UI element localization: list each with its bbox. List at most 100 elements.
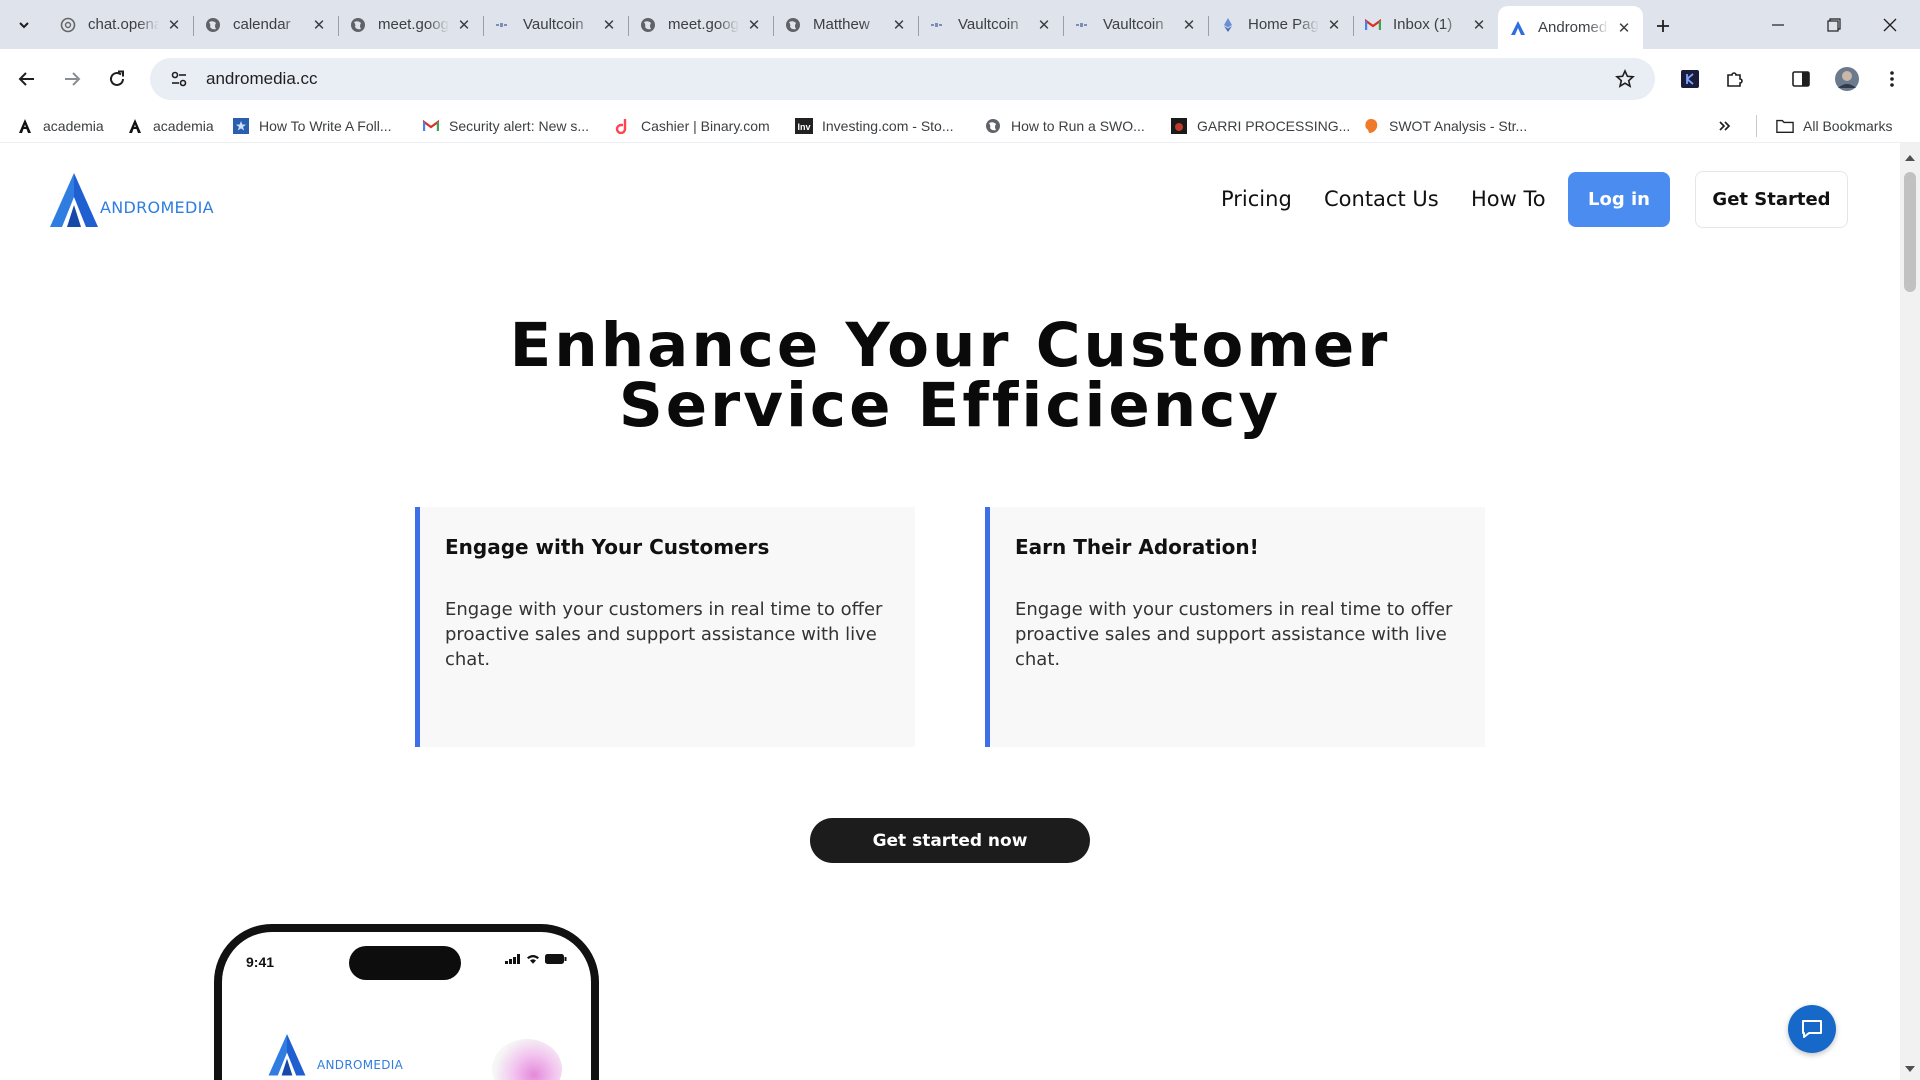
site-logo[interactable]: ANDROMEDIA	[48, 171, 214, 227]
globe-icon	[785, 17, 801, 33]
menu-kebab-icon[interactable]	[1874, 61, 1910, 97]
restore-button[interactable]	[1806, 0, 1862, 49]
page-scrollbar[interactable]	[1900, 143, 1920, 1080]
bookmark-label: Investing.com - Sto...	[822, 118, 954, 134]
academia-icon	[16, 117, 34, 135]
bookmark-item[interactable]: academia	[126, 115, 214, 137]
forward-button[interactable]	[54, 61, 90, 97]
phone-mockup: 9:41 ANDROMEDIA	[214, 924, 599, 1080]
bookmark-star-icon[interactable]	[1607, 61, 1643, 97]
nav-pricing-link[interactable]: Pricing	[1221, 187, 1292, 211]
close-icon[interactable]: ✕	[455, 16, 473, 34]
tab[interactable]: chat.openai.com ✕	[48, 6, 193, 43]
garri-icon	[1170, 117, 1188, 135]
double-chevron-right-icon	[1719, 121, 1731, 131]
bookmark-label: Security alert: New s...	[449, 118, 590, 134]
site-info-icon[interactable]	[158, 58, 200, 100]
close-icon[interactable]: ✕	[1615, 19, 1633, 37]
phone-logo: ANDROMEDIA	[267, 1032, 403, 1076]
close-icon[interactable]: ✕	[310, 16, 328, 34]
minimize-button[interactable]	[1750, 0, 1806, 49]
vaultcoin-icon	[495, 17, 511, 33]
bookmark-item[interactable]: SWOT Analysis - Str...	[1362, 115, 1527, 137]
tab-title: meet.google.com	[378, 16, 449, 33]
academia-icon	[126, 117, 144, 135]
bookmark-label: Cashier | Binary.com	[641, 118, 770, 134]
back-button[interactable]	[9, 61, 45, 97]
close-icon[interactable]: ✕	[1325, 16, 1343, 34]
tab-title: Vaultcoin	[958, 16, 1019, 33]
close-icon[interactable]: ✕	[1035, 16, 1053, 34]
bookmark-item[interactable]: How to Run a SWO...	[984, 115, 1145, 137]
tab-title: Andromedia	[1538, 19, 1609, 36]
tab[interactable]: Inbox (1) ✕	[1353, 6, 1498, 43]
openai-icon	[60, 17, 76, 33]
scroll-down-arrow-icon[interactable]	[1905, 1066, 1915, 1072]
browser-toolbar: andromedia.cc	[0, 49, 1920, 109]
bookmark-item[interactable]: Inv Investing.com - Sto...	[795, 115, 954, 137]
tab-search-button[interactable]	[8, 10, 40, 40]
bookmark-item[interactable]: How To Write A Foll...	[232, 115, 392, 137]
nav-contact-link[interactable]: Contact Us	[1324, 187, 1439, 211]
new-tab-button[interactable]	[1648, 11, 1678, 41]
live-chat-button[interactable]	[1788, 1005, 1836, 1053]
andromedia-icon	[1510, 20, 1526, 36]
bookmark-item[interactable]: GARRI PROCESSING...	[1170, 115, 1350, 137]
tab-title: Inbox (1)	[1393, 16, 1453, 33]
profile-avatar[interactable]	[1829, 61, 1865, 97]
tab[interactable]: Home Page ✕	[1208, 6, 1353, 43]
web-page: ANDROMEDIA Pricing Contact Us How To Log…	[0, 143, 1900, 1080]
andromedia-logo-icon	[268, 1034, 306, 1076]
scrollbar-thumb[interactable]	[1904, 172, 1916, 292]
tabs: chat.openai.com ✕ calendar ✕ meet.google…	[48, 6, 1643, 49]
url-text[interactable]: andromedia.cc	[206, 69, 1607, 89]
close-icon[interactable]: ✕	[600, 16, 618, 34]
tab-active[interactable]: Andromedia ✕	[1498, 6, 1643, 49]
all-bookmarks-button[interactable]: All Bookmarks	[1776, 115, 1892, 137]
logo-text: ANDROMEDIA	[100, 198, 214, 217]
arrow-right-icon	[65, 72, 81, 86]
tab[interactable]: meet.google.com ✕	[628, 6, 773, 43]
login-button[interactable]: Log in	[1568, 172, 1670, 227]
nav-howto-link[interactable]: How To	[1471, 187, 1546, 211]
bookmark-item[interactable]: academia	[16, 115, 104, 137]
tab[interactable]: Vaultcoin ✕	[1063, 6, 1208, 43]
andromedia-logo-icon	[50, 173, 98, 227]
side-panel-icon[interactable]	[1783, 61, 1819, 97]
tab[interactable]: meet.google.com ✕	[338, 6, 483, 43]
extensions-puzzle-icon[interactable]	[1717, 61, 1753, 97]
wifi-icon	[527, 955, 539, 964]
tab[interactable]: Matthew ✕	[773, 6, 918, 43]
get-started-now-button[interactable]: Get started now	[810, 818, 1090, 863]
get-started-button[interactable]: Get Started	[1695, 171, 1848, 228]
tab[interactable]: Vaultcoin ✕	[483, 6, 628, 43]
phone-status-icons	[505, 954, 567, 964]
close-icon[interactable]: ✕	[890, 16, 908, 34]
scroll-up-arrow-icon[interactable]	[1905, 155, 1915, 161]
chat-bubble-icon	[1802, 1020, 1822, 1038]
arrow-left-icon	[18, 72, 34, 86]
close-window-button[interactable]	[1862, 0, 1918, 49]
tab[interactable]: calendar ✕	[193, 6, 338, 43]
bookmark-label: How to Run a SWO...	[1011, 118, 1145, 134]
card-title: Engage with Your Customers	[445, 535, 770, 559]
investing-icon: Inv	[795, 117, 813, 135]
dynamic-island	[349, 946, 461, 980]
close-icon[interactable]: ✕	[745, 16, 763, 34]
bookmark-label: GARRI PROCESSING...	[1197, 118, 1351, 134]
tab[interactable]: Vaultcoin ✕	[918, 6, 1063, 43]
close-icon[interactable]: ✕	[165, 16, 183, 34]
tab-title: Home Page	[1248, 16, 1319, 33]
bookmark-item[interactable]: Security alert: New s...	[422, 115, 589, 137]
close-icon[interactable]: ✕	[1470, 16, 1488, 34]
phone-time: 9:41	[246, 954, 275, 970]
swot-icon	[1362, 117, 1380, 135]
close-icon[interactable]: ✕	[1180, 16, 1198, 34]
address-bar[interactable]: andromedia.cc	[150, 58, 1655, 100]
bookmark-item[interactable]: Cashier | Binary.com	[614, 115, 770, 137]
gradient-orb	[492, 1039, 562, 1080]
extension-k-icon[interactable]	[1672, 61, 1708, 97]
more-bookmarks-button[interactable]	[1718, 115, 1732, 137]
reload-button[interactable]	[99, 61, 135, 97]
tab-title: calendar	[233, 16, 291, 33]
